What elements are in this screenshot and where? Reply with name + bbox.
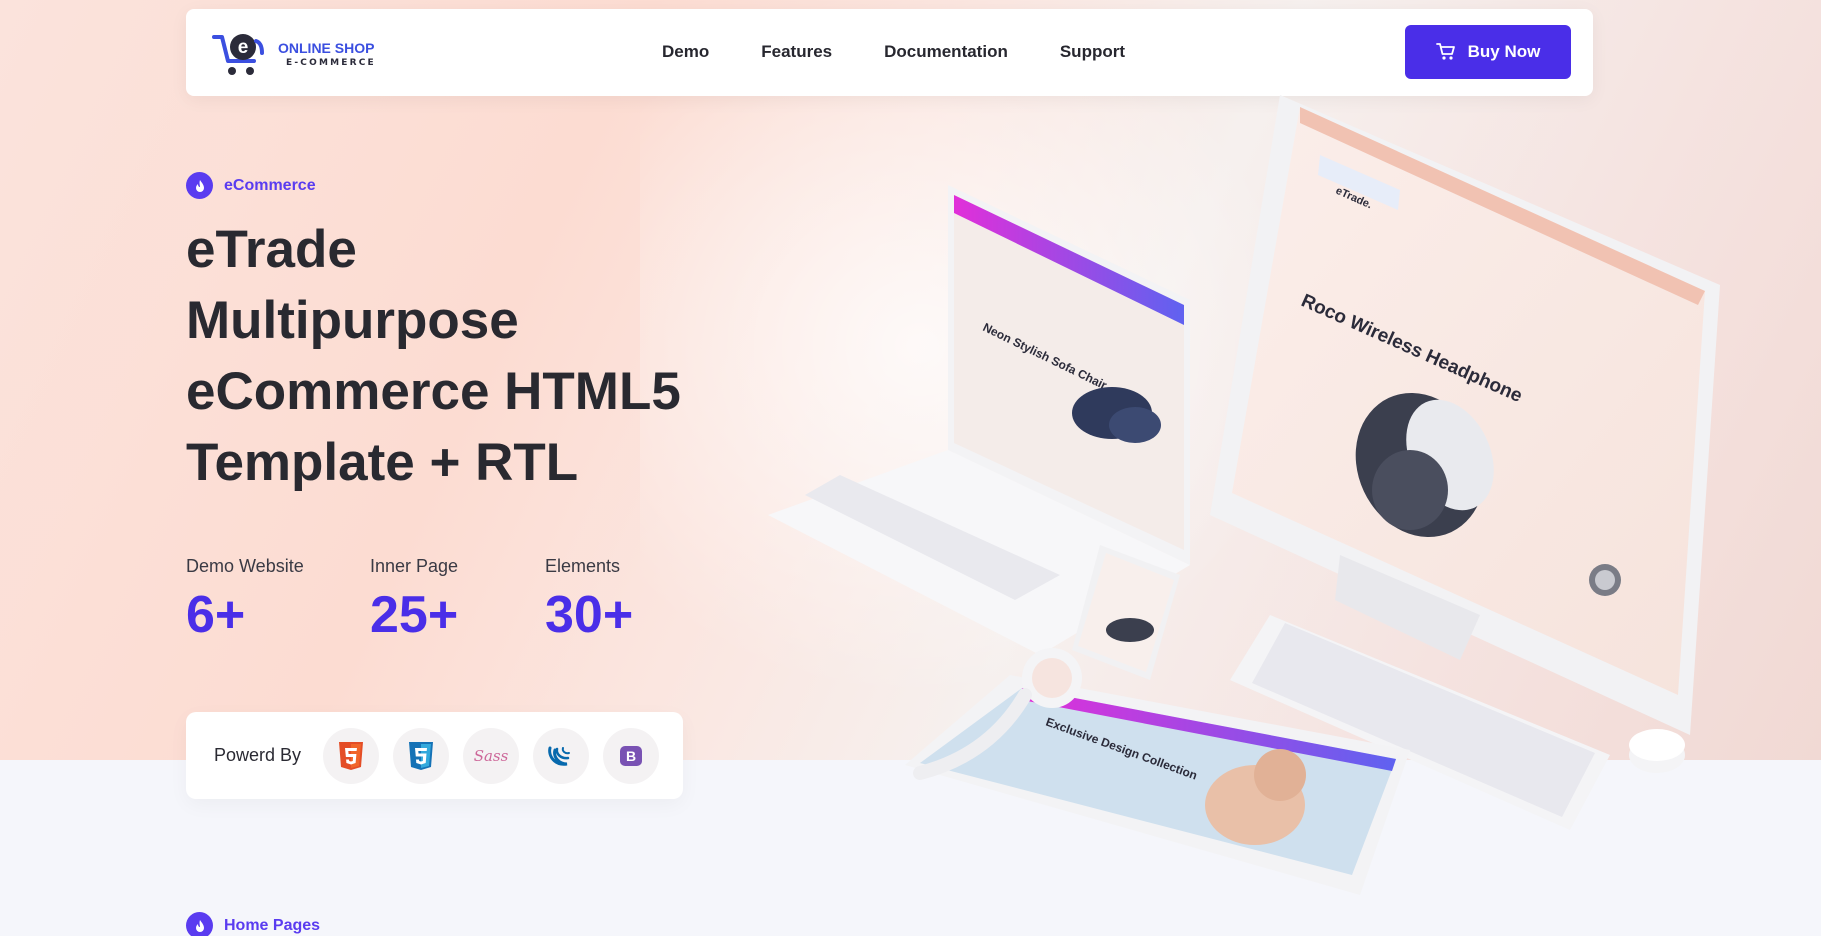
buy-now-label: Buy Now <box>1467 42 1541 61</box>
logo-title: ONLINE SHOP <box>278 40 375 56</box>
nav-support[interactable]: Support <box>1060 42 1125 62</box>
site-header: e ONLINE SHOP E-COMMERCE Demo Features D… <box>186 9 1593 96</box>
cart-icon <box>1435 43 1455 60</box>
flame-icon <box>186 912 213 936</box>
sass-icon: Sass <box>463 727 520 784</box>
devices-mockup-image: eTrade. Roco Wireless Headphone Neon Sty… <box>768 95 1720 895</box>
main-nav: Demo Features Documentation Support <box>662 42 1125 62</box>
hero-badge-label: eCommerce <box>224 176 316 194</box>
stat-demo-website: Demo Website 6+ <box>186 556 304 643</box>
hero-badge: eCommerce <box>186 172 316 199</box>
speaker-puck <box>1629 729 1685 773</box>
powered-by-label: Powerd By <box>214 745 302 765</box>
logo-subtitle: E-COMMERCE <box>286 58 376 68</box>
home-pages-label: Home Pages <box>224 916 321 934</box>
jquery-icon <box>533 727 590 784</box>
powered-by-card: Powerd By Sass B <box>186 712 683 799</box>
stat-value: 6+ <box>186 586 246 644</box>
svg-text:e: e <box>238 37 249 58</box>
stat-label: Inner Page <box>370 556 459 576</box>
bootstrap-icon: B <box>603 727 660 784</box>
stat-label: Demo Website <box>186 556 304 576</box>
stat-value: 25+ <box>370 586 459 644</box>
hero-title-line: eTrade <box>186 220 357 279</box>
svg-text:B: B <box>626 748 636 764</box>
hero-title-line: Multipurpose <box>186 291 519 350</box>
buy-now-button[interactable]: Buy Now <box>1405 25 1571 79</box>
cart-logo-icon: e <box>212 34 264 75</box>
nav-demo[interactable]: Demo <box>662 42 709 62</box>
stat-value: 30+ <box>545 586 634 644</box>
html5-icon <box>323 727 380 784</box>
hero-title-line: Template + RTL <box>186 433 579 492</box>
svg-text:Sass: Sass <box>474 747 508 765</box>
hero-title: eTrade Multipurpose eCommerce HTML5 Temp… <box>186 214 746 498</box>
flame-icon <box>186 172 213 199</box>
nav-documentation[interactable]: Documentation <box>884 42 1008 62</box>
nav-features[interactable]: Features <box>761 42 832 62</box>
logo[interactable]: e ONLINE SHOP E-COMMERCE <box>212 31 382 77</box>
css3-icon <box>393 727 450 784</box>
home-pages-badge: Home Pages <box>186 912 320 936</box>
hero-title-line: eCommerce HTML5 <box>186 362 681 421</box>
stat-elements: Elements 30+ <box>545 556 633 643</box>
stat-label: Elements <box>545 556 621 576</box>
stat-inner-page: Inner Page 25+ <box>370 556 458 643</box>
